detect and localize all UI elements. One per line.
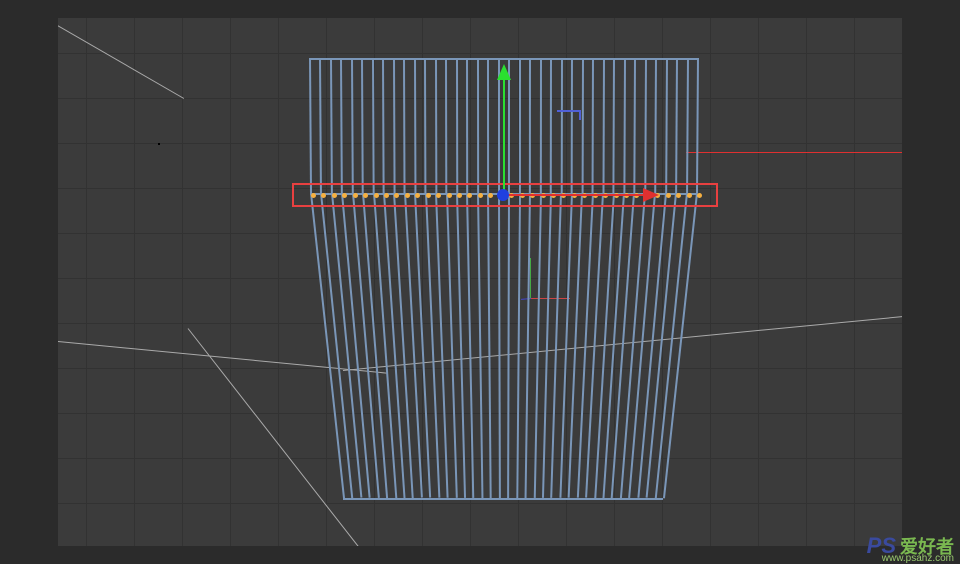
perspective-edge-line [58, 18, 184, 99]
gizmo-x-axis[interactable] [503, 194, 643, 196]
gizmo-y-arrow-icon[interactable] [497, 64, 511, 80]
viewport-frame [58, 18, 902, 546]
gizmo-x-arrow-icon[interactable] [643, 188, 659, 202]
gizmo-y-axis[interactable] [503, 74, 505, 194]
gizmo-center-handle[interactable] [497, 189, 509, 201]
watermark-url: www.psahz.com [882, 553, 954, 564]
3d-viewport[interactable] [58, 18, 902, 546]
world-x-axis-line [686, 152, 902, 153]
marker-dot [158, 143, 160, 145]
gizmo-z-plane-icon[interactable] [557, 110, 581, 120]
